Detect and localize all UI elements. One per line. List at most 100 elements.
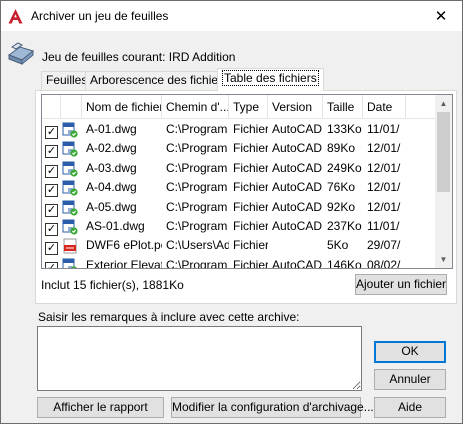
cell-version: AutoCAD 2 <box>272 218 323 233</box>
cell-date: 08/02/ <box>367 257 401 269</box>
cell-type: Fichier <box>233 160 268 175</box>
column-header-path[interactable]: Chemin d'... <box>162 95 229 119</box>
table-row[interactable]: ✓ A-01.dwg C:\Program Fi Fichier AutoCAD 2 13… <box>42 120 436 139</box>
column-header-name[interactable]: Nom de fichier <box>82 95 162 119</box>
checkbox-check-icon[interactable]: ✓ <box>45 222 58 236</box>
title-bar[interactable]: Archiver un jeu de feuilles ✕ <box>1 1 462 31</box>
cell-version: AutoCAD 2 <box>272 257 323 269</box>
cell-date: 12/01/ <box>367 160 401 175</box>
cell-version: AutoCAD 2 <box>272 160 323 175</box>
cell-path: C:\Program Fi <box>166 141 229 156</box>
cell-path: C:\Program Fi <box>166 160 229 175</box>
dwg-file-icon <box>61 178 82 197</box>
modify-archive-setup-button[interactable]: Modifier la configuration d'archivage... <box>171 397 374 418</box>
sheet-set-icon <box>7 42 35 66</box>
tab-table-fichiers[interactable]: Table des fichiers <box>217 68 324 91</box>
cell-name: A-05.dwg <box>86 199 137 214</box>
cell-date: 12/01/ <box>367 199 401 214</box>
window-title: Archiver un jeu de feuilles <box>31 9 169 23</box>
row-checkbox[interactable]: ✓ <box>42 159 61 178</box>
close-icon: ✕ <box>434 8 448 25</box>
checkbox-check-icon[interactable]: ✓ <box>45 242 58 256</box>
scroll-up-icon[interactable]: ▲ <box>435 95 452 112</box>
cell-name: Exterior Elevatio <box>86 257 162 269</box>
help-button[interactable]: Aide <box>374 397 446 418</box>
vertical-scrollbar[interactable]: ▲ ▼ <box>435 95 452 268</box>
row-checkbox[interactable]: ✓ <box>42 178 61 198</box>
tab-arborescence[interactable]: Arborescence des fichiers <box>85 71 234 90</box>
remarks-label: Saisir les remarques à inclure avec cett… <box>38 310 300 324</box>
table-row[interactable]: ✓ A-04.dwg C:\Program Fi Fichier AutoCAD 2 76… <box>42 178 436 198</box>
column-header-icon[interactable] <box>61 95 82 119</box>
cell-path: C:\Program Fi <box>166 180 229 195</box>
cell-path: C:\Program Fi <box>166 218 229 233</box>
cell-size: 76Ko <box>327 180 356 195</box>
table-row[interactable]: ✓ Exterior Elevatio C:\Program Fi Fichier Au… <box>42 256 436 269</box>
cell-version: AutoCAD 2 <box>272 180 323 195</box>
remarks-textarea[interactable] <box>37 326 362 391</box>
cell-size: 89Ko <box>327 141 356 156</box>
dwg-file-icon <box>61 256 82 268</box>
cell-name: DWF6 ePlot.pc3 <box>86 238 162 253</box>
view-report-button-label: Afficher le rapport <box>53 400 148 414</box>
add-file-button[interactable]: Ajouter un fichier <box>355 274 447 295</box>
cell-version <box>268 236 323 255</box>
cell-date: 12/01/ <box>367 141 401 156</box>
scroll-thumb[interactable] <box>437 112 450 192</box>
checkbox-check-icon[interactable]: ✓ <box>45 203 58 217</box>
checkbox-check-icon[interactable]: ✓ <box>45 145 58 159</box>
column-header-date[interactable]: Date <box>363 95 406 119</box>
table-row[interactable]: ✓ AS-01.dwg C:\Program Fi Fichier AutoCAD 2 2… <box>42 217 436 236</box>
close-button[interactable]: ✕ <box>426 4 456 28</box>
table-row[interactable]: ✓ A-03.dwg C:\Program Fi Fichier AutoCAD 2 24… <box>42 159 436 178</box>
row-checkbox[interactable]: ✓ <box>42 120 61 139</box>
cell-size: 237Ko <box>327 218 362 233</box>
column-header-check[interactable] <box>42 95 61 119</box>
row-checkbox[interactable]: ✓ <box>42 217 61 236</box>
cancel-button-label: Annuler <box>389 372 431 386</box>
ok-button-label: OK <box>401 344 419 358</box>
checkbox-check-icon[interactable]: ✓ <box>45 164 58 178</box>
row-checkbox[interactable]: ✓ <box>42 256 61 268</box>
column-header-type[interactable]: Type <box>229 95 268 119</box>
dwg-file-icon <box>61 217 82 236</box>
cell-type: Fichier <box>233 180 268 195</box>
dwg-file-icon <box>61 139 82 158</box>
cell-type: Fichier <box>233 122 268 136</box>
dialog-window: Archiver un jeu de feuilles ✕ Jeu de feu… <box>0 0 463 424</box>
add-file-button-label: Ajouter un fichier <box>356 277 447 291</box>
scroll-down-icon[interactable]: ▼ <box>435 251 452 268</box>
ok-button[interactable]: OK <box>374 341 446 363</box>
dwg-file-icon <box>61 198 82 217</box>
autocad-a-icon <box>7 8 24 25</box>
row-checkbox[interactable]: ✓ <box>42 139 61 159</box>
table-row[interactable]: ✓ A-05.dwg C:\Program Fi Fichier AutoCAD 2 92… <box>42 198 436 217</box>
row-checkbox[interactable]: ✓ <box>42 198 61 217</box>
list-header: Nom de fichier Chemin d'... Type Version… <box>42 95 436 119</box>
dwg-file-icon <box>61 120 82 139</box>
table-row[interactable]: ✓ DWF6 ePlot.pc3 C:\Users\Adm Fichier c 5Ko 2… <box>42 236 436 256</box>
cell-path: C:\Users\Adm <box>166 238 229 253</box>
cell-size: 5Ko <box>327 238 349 253</box>
column-header-size[interactable]: Taille <box>323 95 363 119</box>
help-button-label: Aide <box>397 400 423 414</box>
cell-type: Fichier <box>233 218 268 233</box>
tab-table-fichiers-label: Table des fichiers <box>222 70 319 86</box>
cell-version: AutoCAD 2 <box>272 199 323 214</box>
cancel-button[interactable]: Annuler <box>374 369 446 390</box>
list-body: ✓ A-01.dwg C:\Program Fi Fichier AutoCAD 2 13… <box>42 120 436 269</box>
checkbox-check-icon[interactable]: ✓ <box>45 184 58 198</box>
cell-type: Fichier <box>233 199 268 214</box>
column-header-version[interactable]: Version <box>268 95 323 119</box>
table-row[interactable]: ✓ A-02.dwg C:\Program Fi Fichier AutoCAD 2 89… <box>42 139 436 159</box>
cell-version: AutoCAD 2 <box>272 141 323 156</box>
row-checkbox[interactable]: ✓ <box>42 236 61 256</box>
cell-type: Fichier <box>233 141 268 156</box>
files-list[interactable]: Nom de fichier Chemin d'... Type Version… <box>41 94 453 269</box>
cell-name: A-03.dwg <box>86 160 137 175</box>
dwg-file-icon <box>61 159 82 178</box>
checkbox-check-icon[interactable]: ✓ <box>45 261 58 268</box>
checkbox-check-icon[interactable]: ✓ <box>45 126 58 139</box>
cell-date: 11/01/ <box>367 218 400 233</box>
view-report-button[interactable]: Afficher le rapport <box>37 397 164 418</box>
